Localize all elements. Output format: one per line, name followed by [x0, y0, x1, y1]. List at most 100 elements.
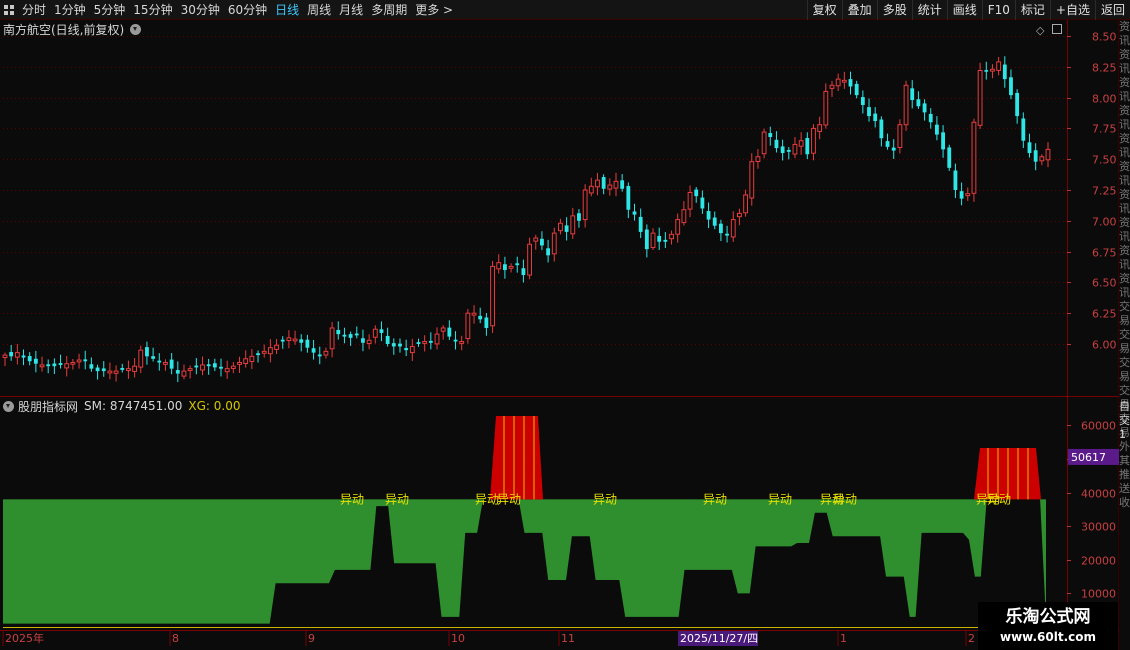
candle-body	[669, 233, 674, 240]
candle-body	[706, 211, 711, 220]
period-tab[interactable]: 分时	[18, 0, 50, 20]
toolbar-button[interactable]: 画线	[946, 0, 982, 20]
candle-body	[867, 107, 871, 117]
period-tab[interactable]: 月线	[335, 0, 367, 20]
candle-body	[891, 147, 896, 151]
candle-body	[910, 88, 915, 101]
candle-body	[588, 185, 594, 194]
period-tab[interactable]: 周线	[303, 0, 335, 20]
candle-body	[21, 355, 26, 358]
indicator-sm-value: SM: 8747451.00	[84, 399, 183, 413]
date-label: 2	[968, 632, 975, 645]
indicator-area	[3, 499, 1046, 627]
price-label: 6.75	[1092, 247, 1117, 260]
candle-body	[577, 213, 581, 221]
candle-body	[83, 359, 88, 362]
candle-body	[46, 364, 51, 367]
candle-body	[694, 189, 699, 197]
candle-body	[453, 339, 458, 342]
signal-label: 异动	[385, 492, 409, 506]
alert-block	[490, 416, 543, 500]
candle-body	[169, 359, 174, 369]
right-side-panel-tabs[interactable]: 资讯资讯资讯资讯资讯资讯资讯资讯资讯资讯交易交易交易交易交易外其推送收	[1119, 20, 1130, 630]
candle-body	[249, 355, 255, 363]
toolbar-button[interactable]: F10	[981, 0, 1015, 20]
candle-body	[792, 143, 798, 155]
candle-body	[798, 140, 804, 147]
main-chart-icons: ◇	[1036, 24, 1063, 37]
period-tab[interactable]: 日线	[271, 0, 303, 20]
candle-body	[113, 370, 119, 374]
period-tab[interactable]: 多周期	[367, 0, 411, 20]
signal-label: 异动	[833, 492, 857, 506]
toolbar-button[interactable]: 标记	[1014, 0, 1050, 20]
price-label: 7.00	[1092, 216, 1117, 229]
candle-body	[521, 268, 526, 276]
candle-body	[484, 317, 489, 328]
candle-body	[194, 365, 199, 368]
toolbar-button[interactable]: +自选	[1049, 0, 1095, 20]
candle-body	[903, 84, 909, 126]
period-tab[interactable]: 更多 >	[411, 0, 457, 20]
candle-body	[398, 343, 402, 347]
indicator-axis-label: 10000	[1081, 588, 1116, 601]
candle-body	[564, 225, 569, 232]
period-tab[interactable]: 30分钟	[177, 0, 224, 20]
period-tab[interactable]: 60分钟	[224, 0, 271, 20]
candle-body	[323, 350, 329, 356]
toolbar-button[interactable]: 统计	[911, 0, 947, 20]
candle-body	[465, 312, 471, 340]
toolbar-button[interactable]: 叠加	[841, 0, 877, 20]
candle-body	[959, 191, 964, 199]
candle-body	[780, 146, 785, 154]
period-tab[interactable]: 5分钟	[90, 0, 130, 20]
candle-body	[372, 328, 378, 338]
candle-body	[848, 79, 853, 87]
candle-body	[663, 239, 668, 242]
grid-menu-icon[interactable]	[0, 0, 18, 20]
main-chart-header: 南方航空(日线,前复权)	[3, 22, 142, 37]
candle-body	[1015, 92, 1020, 117]
candle-body	[626, 186, 631, 210]
candle-body	[175, 370, 180, 374]
period-tab[interactable]: 15分钟	[129, 0, 176, 20]
candle-body	[101, 368, 106, 372]
toolbar-button[interactable]: 复权	[806, 0, 842, 20]
toolbar-button[interactable]: 返回	[1094, 0, 1130, 20]
candle-body	[540, 238, 544, 246]
indicator-axis-label: 50000	[1081, 454, 1116, 467]
candle-body	[582, 189, 588, 221]
date-label: 1	[840, 632, 847, 645]
price-label: 8.25	[1092, 62, 1117, 75]
window-icon[interactable]	[1052, 24, 1063, 34]
date-label: 10	[451, 632, 465, 645]
candle-body	[515, 263, 520, 266]
candle-body	[237, 361, 242, 365]
candle-body	[292, 338, 298, 342]
candle-body	[280, 339, 285, 342]
candle-body	[928, 113, 933, 123]
indicator-xg-value: XG: 0.00	[188, 399, 241, 413]
candle-body	[379, 329, 384, 333]
toolbar-button[interactable]: 多股	[876, 0, 912, 20]
candle-body	[508, 265, 514, 269]
chevron-down-icon[interactable]	[130, 23, 142, 35]
candle-body	[311, 348, 316, 353]
price-label: 8.00	[1092, 93, 1117, 106]
candle-body	[996, 61, 1002, 71]
indicator-fill-band	[3, 499, 1046, 627]
period-tab[interactable]: 1分钟	[50, 0, 90, 20]
candle-body	[934, 124, 939, 135]
candle-body	[9, 352, 14, 357]
signal-label: 异动	[820, 492, 844, 506]
chevron-down-icon[interactable]	[3, 400, 14, 412]
candle-body	[14, 352, 20, 358]
candle-body	[570, 215, 576, 235]
diamond-icon[interactable]: ◇	[1036, 24, 1044, 37]
period-tabs: 分时 1分钟 5分钟 15分钟 30分钟 60分钟 日线 周线 月线 多周期 更多 >	[0, 0, 457, 20]
indicator-name: 股朋指标网	[18, 399, 79, 414]
candle-body	[1002, 64, 1007, 80]
candle-body	[496, 262, 502, 270]
candle-body	[835, 78, 841, 87]
candle-body	[52, 363, 57, 367]
